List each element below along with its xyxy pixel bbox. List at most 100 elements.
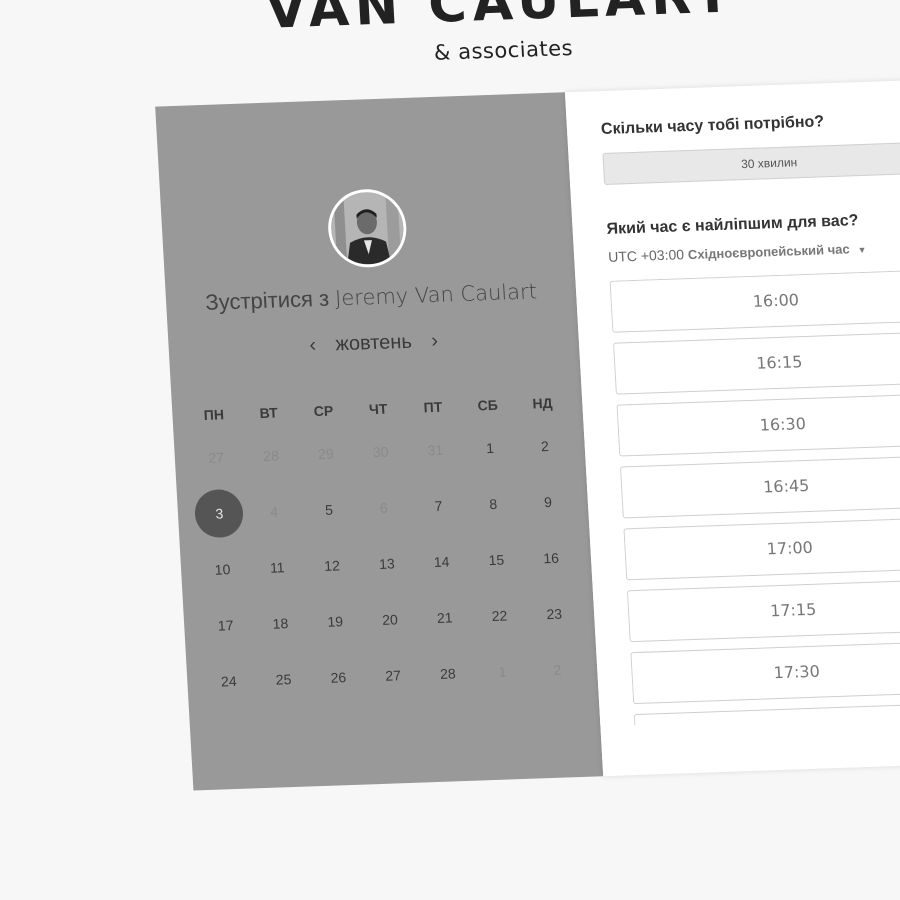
calendar-day[interactable]: 14 [414,553,470,571]
timezone-name: Східноєвропейський час [687,241,850,263]
calendar-day[interactable]: 9 [520,493,576,511]
time-slot-button[interactable]: 17:30 [630,640,900,705]
calendar-week-row: 24 25 26 27 28 1 2 [200,641,587,710]
host-name: Jeremy Van Caulart [334,279,538,311]
weekday-label: ПН [203,406,225,424]
calendar-day[interactable]: 7 [411,497,467,515]
calendar-day-number: 20 [381,611,399,628]
calendar-grid: ПН ВТ СР ЧТ ПТ СБ НД 27 28 29 30 31 1 2 3 4 5 6 7 8 9… [186,387,587,710]
calendar-day-number: 7 [434,497,443,514]
month-navigation: ‹ жовтень › [168,325,579,362]
calendar-day-number: 13 [378,555,396,572]
calendar-day[interactable]: 20 [362,611,418,629]
calendar-day[interactable]: 2 [517,437,573,455]
calendar-day[interactable]: 1 [462,439,518,457]
duration-select[interactable]: 30 хвилин [602,141,900,185]
calendar-day-number: 2 [553,661,562,678]
calendar-day[interactable]: 25 [256,670,312,688]
weekday-label: СБ [477,396,499,414]
calendar-day-number: 23 [546,605,563,623]
calendar-day[interactable]: 24 [201,672,257,690]
chevron-down-icon: ▼ [857,244,867,256]
calendar-day-selected[interactable]: 3 [191,488,248,539]
calendar-day-number: 16 [542,549,560,567]
calendar-day[interactable]: 17 [198,616,254,634]
calendar-day[interactable]: 13 [359,555,415,573]
calendar-day[interactable]: 18 [253,614,309,632]
calendar-day[interactable]: 22 [472,607,528,625]
calendar-day-number: 5 [324,501,334,518]
calendar-day-number: 27 [208,449,225,466]
timezone-offset: UTC +03:00 [607,246,685,265]
calendar-day-number: 10 [214,561,231,578]
weekday-label: ВТ [259,404,279,422]
time-slot-button[interactable]: 16:45 [619,455,900,519]
calendar-day: 29 [298,445,354,463]
calendar-day: 30 [353,443,409,461]
calendar-day-number: 18 [272,615,289,632]
calendar-day-number: 2 [540,438,550,455]
meeting-title: Зустрітися з Jeremy Van Caulart [166,277,577,317]
calendar-day-number: 9 [543,493,553,511]
calendar-day[interactable]: 16 [523,549,579,567]
calendar-day-number: 15 [488,551,505,569]
calendar-day[interactable]: 15 [469,551,525,569]
calendar-day-number: 29 [317,445,335,463]
calendar-day[interactable]: 5 [301,501,357,519]
calendar-day: 4 [246,503,302,521]
calendar-day-number: 31 [427,441,444,459]
calendar-day-number: 26 [330,669,347,686]
calendar-day: 27 [188,449,244,467]
weekday-label: НД [531,394,553,412]
calendar-day-number: 6 [379,499,389,516]
booking-panel: Скільки часу тобі потрібно? 30 хвилин Як… [564,77,900,777]
calendar-day-number: 14 [433,553,450,571]
person-icon [329,191,406,266]
month-label: жовтень [334,330,413,356]
calendar-day-number: 28 [262,447,280,464]
calendar-day-number: 19 [326,613,344,630]
calendar-day: 28 [243,447,299,465]
calendar-day-number: 1 [498,663,507,680]
calendar-day-number: 3 [194,488,245,539]
calendar-panel: Зустрітися з Jeremy Van Caulart ‹ жовтен… [155,92,604,791]
calendar-day[interactable]: 27 [365,667,421,685]
calendar-day[interactable]: 26 [310,668,366,686]
time-slot-button[interactable]: 16:15 [612,331,900,395]
time-slot-button[interactable]: 17:15 [626,578,900,643]
calendar-day[interactable]: 28 [420,665,476,683]
weekday-label: ЧТ [368,400,388,418]
scene: VAN CAULART & associates Зустрітися з Je… [0,0,900,899]
time-slot-button[interactable] [633,702,900,726]
time-slot-button[interactable]: 17:00 [623,516,900,581]
calendar-day-number: 30 [372,443,389,461]
calendar-day[interactable]: 21 [417,609,473,627]
calendar-day[interactable]: 11 [249,559,305,577]
next-month-button[interactable]: › [417,329,453,353]
calendar-day-number: 17 [217,617,234,634]
meeting-title-prefix: Зустрітися з [204,285,330,315]
calendar-day[interactable]: 19 [307,613,363,631]
calendar-day: 31 [408,441,464,459]
calendar-day-number: 21 [436,609,453,626]
calendar-day-number: 27 [384,667,402,684]
calendar-day[interactable]: 12 [304,557,360,575]
calendar-day-number: 11 [269,559,286,576]
prev-month-button[interactable]: ‹ [295,334,331,358]
timezone-selector[interactable]: UTC +03:00 Східноєвропейський час ▼ [607,240,867,265]
calendar-day-number: 12 [323,557,341,574]
time-slot-list: 16:00 16:15 16:30 16:45 17:00 17:15 17:30 [609,269,900,726]
calendar-day-number: 8 [488,495,498,513]
weekday-label: СР [313,402,334,420]
calendar-day[interactable]: 10 [195,560,251,578]
calendar-day: 2 [530,661,586,679]
time-slot-button[interactable]: 16:30 [616,393,900,457]
time-slot-button[interactable]: 16:00 [609,269,900,333]
duration-label: Скільки часу тобі потрібно? [600,113,825,139]
calendar-day-number: 28 [439,665,457,682]
brand-header: VAN CAULART & associates [149,0,854,75]
calendar-day[interactable]: 8 [465,495,521,513]
calendar-day[interactable]: 23 [526,605,582,623]
calendar-day: 1 [475,663,531,681]
calendar-day-number: 4 [269,503,279,520]
